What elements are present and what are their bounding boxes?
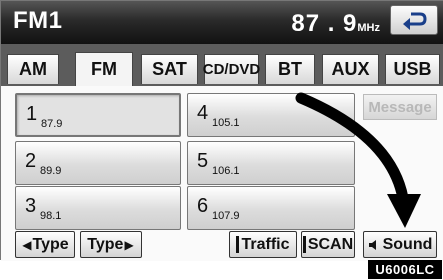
type-prev-label: Type <box>32 235 69 253</box>
tab-fm[interactable]: FM <box>75 52 133 86</box>
type-next-label: Type <box>87 235 124 253</box>
message-button[interactable]: Message <box>363 94 437 120</box>
type-prev-button[interactable]: ◀ Type <box>15 231 75 258</box>
tab-cd-dvd[interactable]: CD/DVD <box>203 54 260 84</box>
preset-frequency: 89.9 <box>40 165 62 177</box>
traffic-button[interactable]: Traffic <box>229 231 297 258</box>
preset-number: 1 <box>26 103 38 125</box>
triangle-left-icon: ◀ <box>22 237 32 252</box>
frequency-display: 87 . 9MHz <box>291 10 380 38</box>
indicator-bar-icon <box>302 236 306 253</box>
preset-number: 6 <box>197 195 209 217</box>
back-button[interactable] <box>390 5 438 35</box>
preset-number: 3 <box>25 195 37 217</box>
preset-frequency: 87.9 <box>41 118 63 130</box>
scan-label: SCAN <box>307 235 354 253</box>
source-title: FM1 <box>13 7 63 34</box>
return-arrow-icon <box>403 12 427 30</box>
tab-sat[interactable]: SAT <box>141 54 198 84</box>
preset-3-button[interactable]: 3 98.1 <box>15 186 181 230</box>
traffic-label: Traffic <box>241 235 290 253</box>
preset-2-button[interactable]: 2 89.9 <box>15 141 181 185</box>
tab-bt[interactable]: BT <box>265 54 315 84</box>
speaker-icon <box>368 239 376 250</box>
sound-label: Sound <box>382 235 433 253</box>
preset-frequency: 107.9 <box>212 210 240 222</box>
frequency-unit: MHz <box>357 22 380 34</box>
scan-button[interactable]: SCAN <box>301 231 355 258</box>
radio-screen: FM1 87 . 9MHz AM FM SAT CD/DVD BT AUX US… <box>0 0 443 261</box>
type-next-button[interactable]: Type ▶ <box>80 231 142 258</box>
triangle-right-icon: ▶ <box>124 237 134 252</box>
indicator-bar-icon <box>236 236 240 253</box>
preset-frequency: 105.1 <box>212 117 240 129</box>
sound-button[interactable]: Sound <box>363 231 437 258</box>
preset-number: 2 <box>25 150 37 172</box>
tab-aux[interactable]: AUX <box>322 54 379 84</box>
tab-usb[interactable]: USB <box>385 54 440 84</box>
tab-am[interactable]: AM <box>7 54 59 84</box>
source-tabs: AM FM SAT CD/DVD BT AUX USB <box>1 44 443 86</box>
preset-frequency: 106.1 <box>212 165 240 177</box>
frequency-value: 87 . 9 <box>291 10 358 37</box>
header-bar: FM1 87 . 9MHz <box>1 1 443 44</box>
figure-code: U6006LC <box>368 260 442 279</box>
preset-6-button[interactable]: 6 107.9 <box>187 186 355 230</box>
preset-number: 5 <box>197 150 209 172</box>
preset-5-button[interactable]: 5 106.1 <box>187 141 355 185</box>
preset-frequency: 98.1 <box>40 210 62 222</box>
preset-number: 4 <box>197 102 209 124</box>
preset-4-button[interactable]: 4 105.1 <box>187 93 355 137</box>
preset-area: 1 87.9 2 89.9 3 98.1 4 105.1 5 106.1 6 1… <box>1 86 443 261</box>
preset-1-button[interactable]: 1 87.9 <box>15 93 181 137</box>
